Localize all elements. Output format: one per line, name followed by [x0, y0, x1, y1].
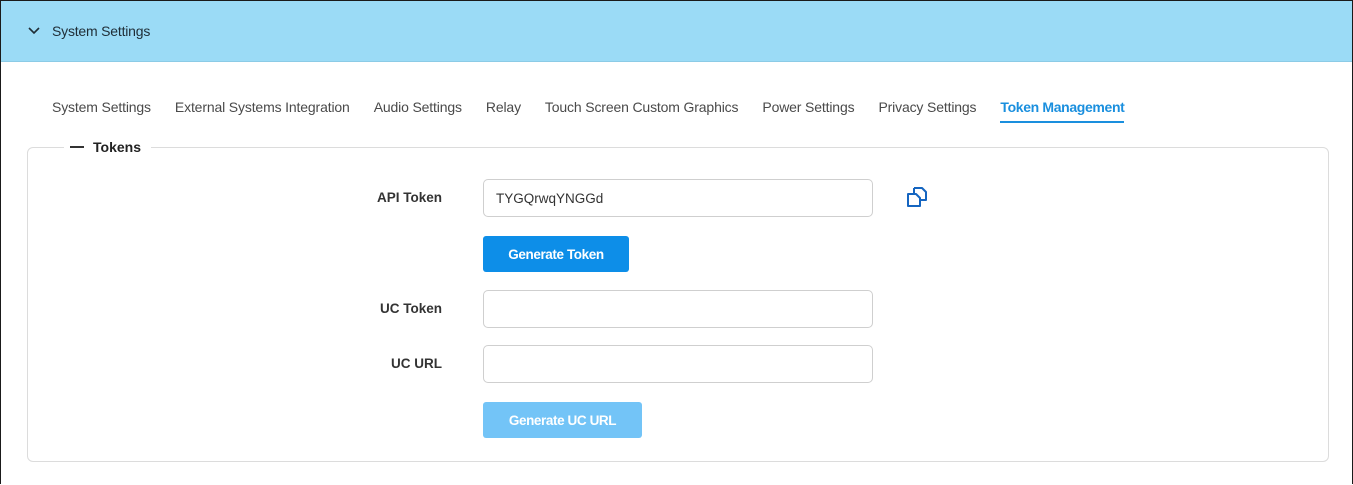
section-header[interactable]: System Settings	[1, 1, 1352, 62]
settings-tabs: System Settings External Systems Integra…	[52, 99, 1148, 127]
tokens-legend[interactable]: Tokens	[64, 137, 151, 157]
tab-privacy-settings[interactable]: Privacy Settings	[878, 99, 976, 121]
tab-power-settings[interactable]: Power Settings	[762, 99, 854, 121]
copy-icon[interactable]	[903, 183, 931, 211]
generate-token-button[interactable]: Generate Token	[483, 236, 629, 272]
tab-external-systems-integration[interactable]: External Systems Integration	[175, 99, 350, 121]
uc-url-label: UC URL	[391, 356, 442, 371]
tab-audio-settings[interactable]: Audio Settings	[374, 99, 462, 121]
tab-token-management[interactable]: Token Management	[1000, 99, 1125, 123]
section-title: System Settings	[52, 23, 151, 39]
tab-relay[interactable]: Relay	[486, 99, 521, 121]
api-token-input[interactable]	[483, 179, 873, 217]
generate-uc-url-button[interactable]: Generate UC URL	[483, 402, 642, 438]
tab-system-settings[interactable]: System Settings	[52, 99, 151, 121]
chevron-down-icon[interactable]	[27, 24, 41, 38]
collapse-dash-icon[interactable]	[70, 146, 84, 148]
uc-url-input[interactable]	[483, 345, 873, 383]
tab-touch-screen-custom-graphics[interactable]: Touch Screen Custom Graphics	[545, 99, 739, 121]
tokens-legend-label: Tokens	[93, 139, 141, 155]
uc-token-label: UC Token	[379, 301, 442, 316]
uc-token-input[interactable]	[483, 290, 873, 328]
api-token-label: API Token	[376, 190, 442, 205]
